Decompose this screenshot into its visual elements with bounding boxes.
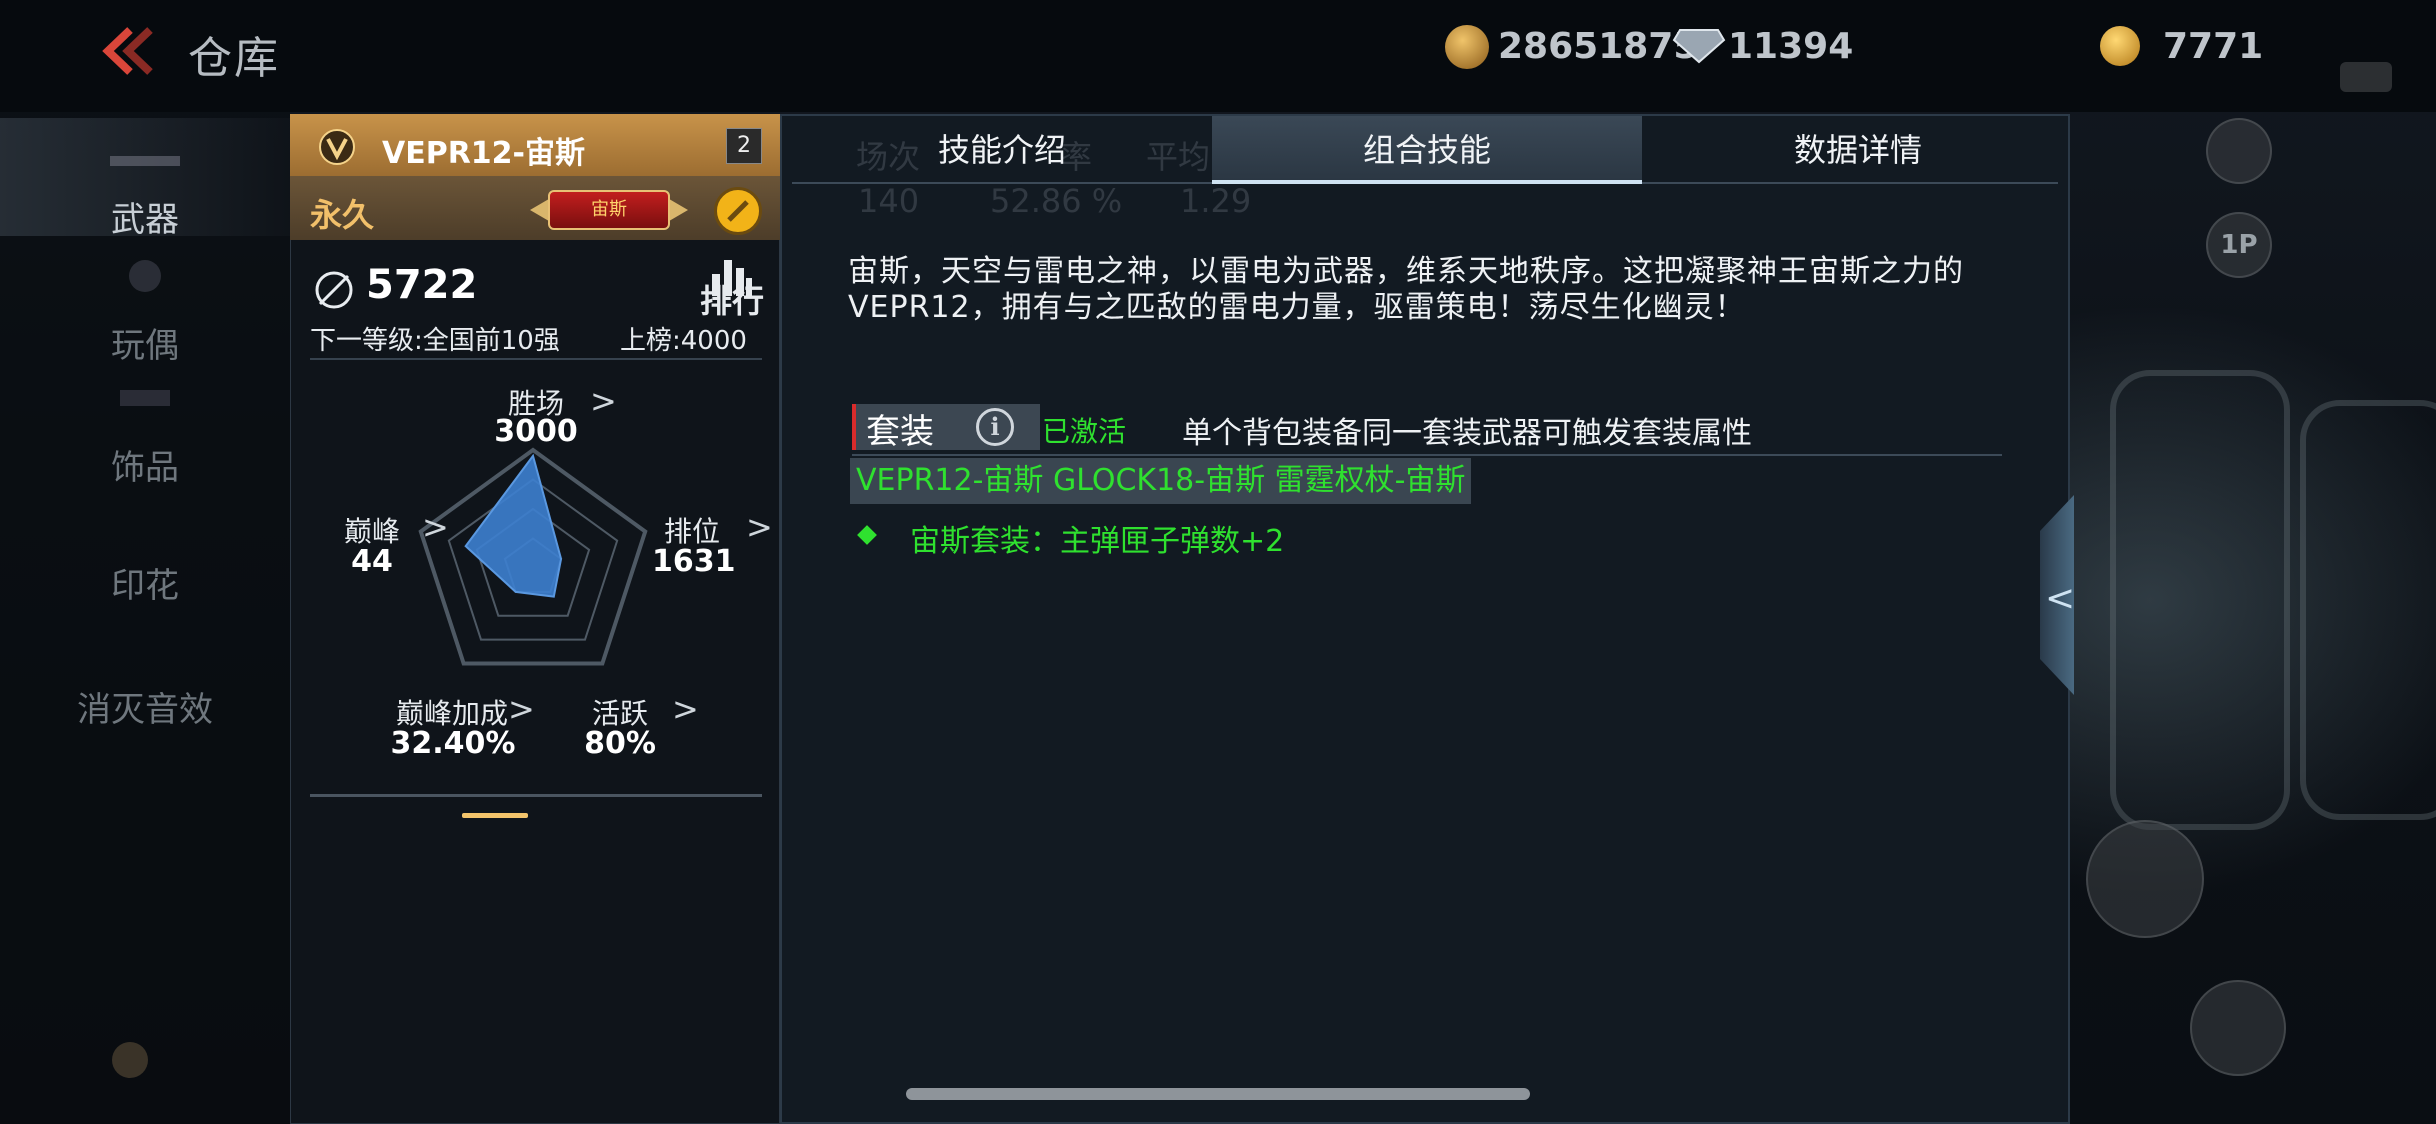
coin-icon [1445,25,1489,69]
ghost-value: 140 [858,182,920,220]
sidebar-item-label: 武器 [111,200,179,240]
rifle-icon [110,156,180,166]
accessory-icon [120,390,170,406]
diamond-balance: 11394 [1728,26,1854,67]
stats-radar-chart [418,447,648,666]
divider [852,454,2002,456]
coin-balance: 28651875 [1498,26,1699,67]
bg-frame [2300,400,2436,820]
sidebar-item-label: 消灭音效 [77,690,213,730]
close-icon[interactable] [2340,62,2392,92]
gold-icon [2100,26,2140,66]
page-indicator [462,813,528,818]
set-description: 单个背包装备同一套装武器可触发套装属性 [1182,416,1752,451]
doll-icon [129,260,161,292]
sidebar-item-dolls[interactable]: 玩偶 [0,238,290,366]
divider [310,358,762,360]
bg-frame [2110,370,2290,830]
bullet-button[interactable] [2086,820,2204,938]
duration-label: 永久 [310,196,375,234]
info-icon[interactable]: i [976,408,1014,446]
chevron-right-icon[interactable]: > [672,690,699,728]
stat-activity-value: 80% [584,726,656,761]
tab-skill-intro[interactable]: 技能介绍 [792,116,1212,184]
rank-score: 5722 [366,262,478,308]
sidebar-item-weapons[interactable]: 武器 [0,118,290,240]
chevron-right-icon[interactable]: > [508,690,535,728]
chevron-left-icon[interactable]: < [2045,578,2075,619]
radar-value-shape [464,453,563,598]
view-toggle-button[interactable] [2206,118,2272,184]
tab-data-details[interactable]: 数据详情 [1642,116,2074,184]
category-sidebar: 武器 玩偶 饰品 印花 消灭音效 [0,112,290,1124]
gold-balance: 7771 [2163,26,2264,67]
set-tag-label: 套装 [866,412,934,452]
next-level-text: 下一等级:全国前10强 [310,326,560,356]
scrollbar[interactable] [906,1088,1530,1100]
perspective-button[interactable]: 1P [2206,212,2272,278]
chevron-right-icon[interactable]: > [590,382,617,420]
chevron-right-icon[interactable]: > [746,508,773,546]
board-threshold-text: 上榜:4000 [620,326,747,356]
chevron-right-icon[interactable]: > [422,508,449,546]
tab-combo-skill[interactable]: 组合技能 [1212,116,1642,184]
rank-score-icon [315,271,353,309]
medal-slash-icon [727,200,749,222]
top-bar [0,0,2436,112]
set-weapon-list: VEPR12-宙斯 GLOCK18-宙斯 雷霆权杖-宙斯 [850,458,1472,504]
set-status: 已激活 [1042,415,1127,448]
stat-ranked-value: 1631 [652,544,736,579]
nav-indicator-dot [112,1042,148,1078]
leaderboard-link[interactable]: 排行 [700,276,764,322]
ghost-value: 1.29 [1180,182,1252,220]
back-icon[interactable] [100,26,156,76]
weapon-count-badge: 2 [726,128,762,164]
sidebar-item-kill-sounds[interactable]: 消灭音效 [0,602,290,730]
weapon-name: VEPR12-宙斯 [382,136,585,171]
diamond-icon [1672,29,1726,64]
divider [310,794,762,797]
stat-wins-value: 3000 [494,414,578,449]
skin-button[interactable] [2190,980,2286,1076]
medal-icon[interactable] [714,187,762,235]
stat-peak-value: 44 [351,544,393,579]
series-badge: 宙斯 [548,190,670,230]
skill-description: 宙斯，天空与雷电之神，以雷电为武器，维系天地秩序。这把凝聚神王宙斯之力的VEPR… [848,254,1964,325]
stat-peak-bonus-value: 32.40% [390,726,516,761]
sidebar-item-accessories[interactable]: 饰品 [0,360,290,488]
set-bonus-text: 宙斯套装：主弹匣子弹数+2 [910,524,1285,559]
weapon-rank-badge-icon [319,129,355,165]
ghost-value: 52.86 % [990,182,1123,220]
sidebar-item-label: 印花 [111,566,179,606]
sidebar-item-stickers[interactable]: 印花 [0,482,290,606]
page-title: 仓库 [188,33,280,84]
